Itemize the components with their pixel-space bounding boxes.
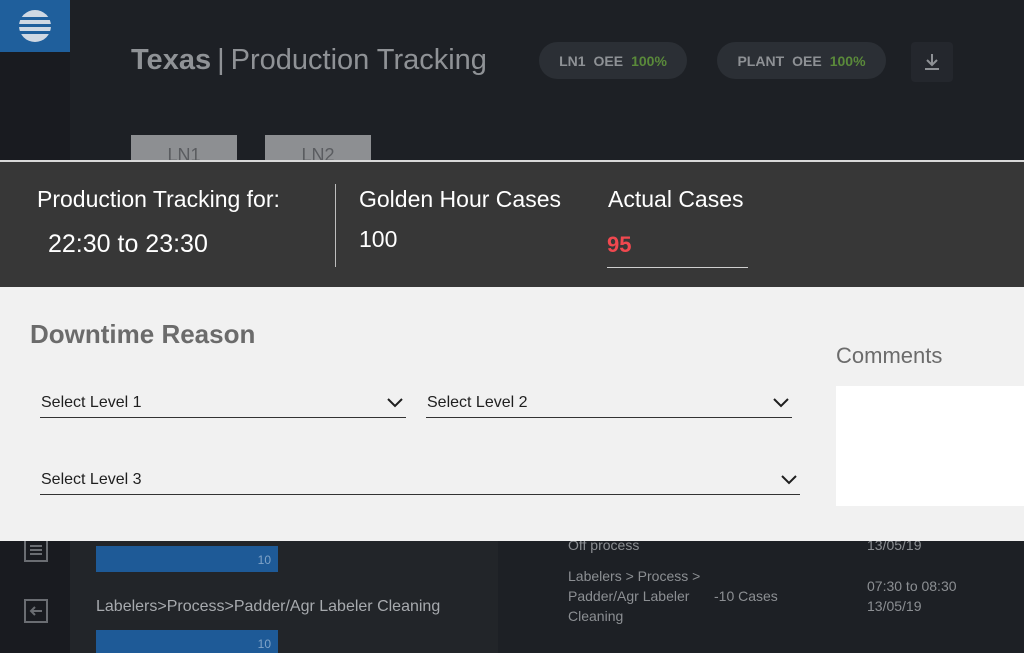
pill-value: 100%: [631, 52, 667, 69]
level2-value: Select Level 2: [427, 393, 528, 411]
chevron-down-icon: [387, 397, 403, 407]
oee-pill-ln1: LN1 OEE 100%: [539, 42, 687, 79]
actual-cases-label: Actual Cases: [608, 186, 744, 212]
tracking-period: 22:30 to 23:30: [48, 230, 208, 258]
title-separator: |: [217, 44, 225, 76]
page-name: Production Tracking: [230, 44, 487, 76]
level3-value: Select Level 3: [41, 470, 142, 488]
download-icon: [925, 54, 939, 70]
entry-path: Labelers>Process>Padder/Agr Labeler Clea…: [96, 598, 441, 615]
divider: [335, 184, 336, 267]
golden-hour-label: Golden Hour Cases: [359, 186, 561, 212]
pill-metric: OEE: [792, 52, 822, 69]
level2-select[interactable]: Select Level 2: [426, 388, 792, 418]
reason-line: Cleaning: [568, 608, 624, 624]
level3-select[interactable]: Select Level 3: [40, 465, 800, 495]
entry-time: 07:30 to 08:30: [867, 578, 957, 594]
pill-line: LN1: [559, 52, 586, 69]
tab-ln1[interactable]: LN1: [131, 135, 237, 161]
cases-delta: -10 Cases: [714, 588, 778, 604]
level1-value: Select Level 1: [41, 393, 142, 411]
pill-metric: OEE: [593, 52, 624, 69]
level1-select[interactable]: Select Level 1: [40, 388, 406, 418]
pill-value: 100%: [829, 52, 866, 69]
logout-icon[interactable]: [22, 597, 50, 625]
cases-bar: 10: [96, 546, 278, 572]
chevron-down-icon: [773, 397, 789, 407]
reason-line: Labelers > Process >: [568, 568, 701, 584]
globe-logo-icon: [19, 10, 51, 42]
tracking-for-label: Production Tracking for:: [37, 186, 280, 212]
cases-bar: 10: [96, 630, 278, 653]
tracking-bar: Production Tracking for: 22:30 to 23:30 …: [0, 160, 1024, 287]
downtime-panel: Downtime Reason Select Level 1 Select Le…: [0, 287, 1024, 541]
golden-hour-value: 100: [359, 226, 398, 252]
logo[interactable]: [0, 0, 70, 52]
actual-cases-input[interactable]: 95: [607, 226, 748, 268]
downtime-title: Downtime Reason: [30, 319, 256, 349]
page-title: Texas | Production Tracking: [131, 44, 487, 77]
site-name: Texas: [131, 44, 212, 76]
reason-line: Padder/Agr Labeler: [568, 588, 690, 604]
pill-line: PLANT: [737, 52, 785, 69]
download-button[interactable]: [911, 42, 953, 82]
oee-pill-plant: PLANT OEE 100%: [717, 42, 886, 79]
chevron-down-icon: [781, 474, 797, 484]
comments-label: Comments: [836, 343, 943, 368]
entry-date: 13/05/19: [867, 598, 922, 614]
comments-input[interactable]: [836, 386, 1024, 506]
tab-ln2[interactable]: LN2: [265, 135, 371, 161]
